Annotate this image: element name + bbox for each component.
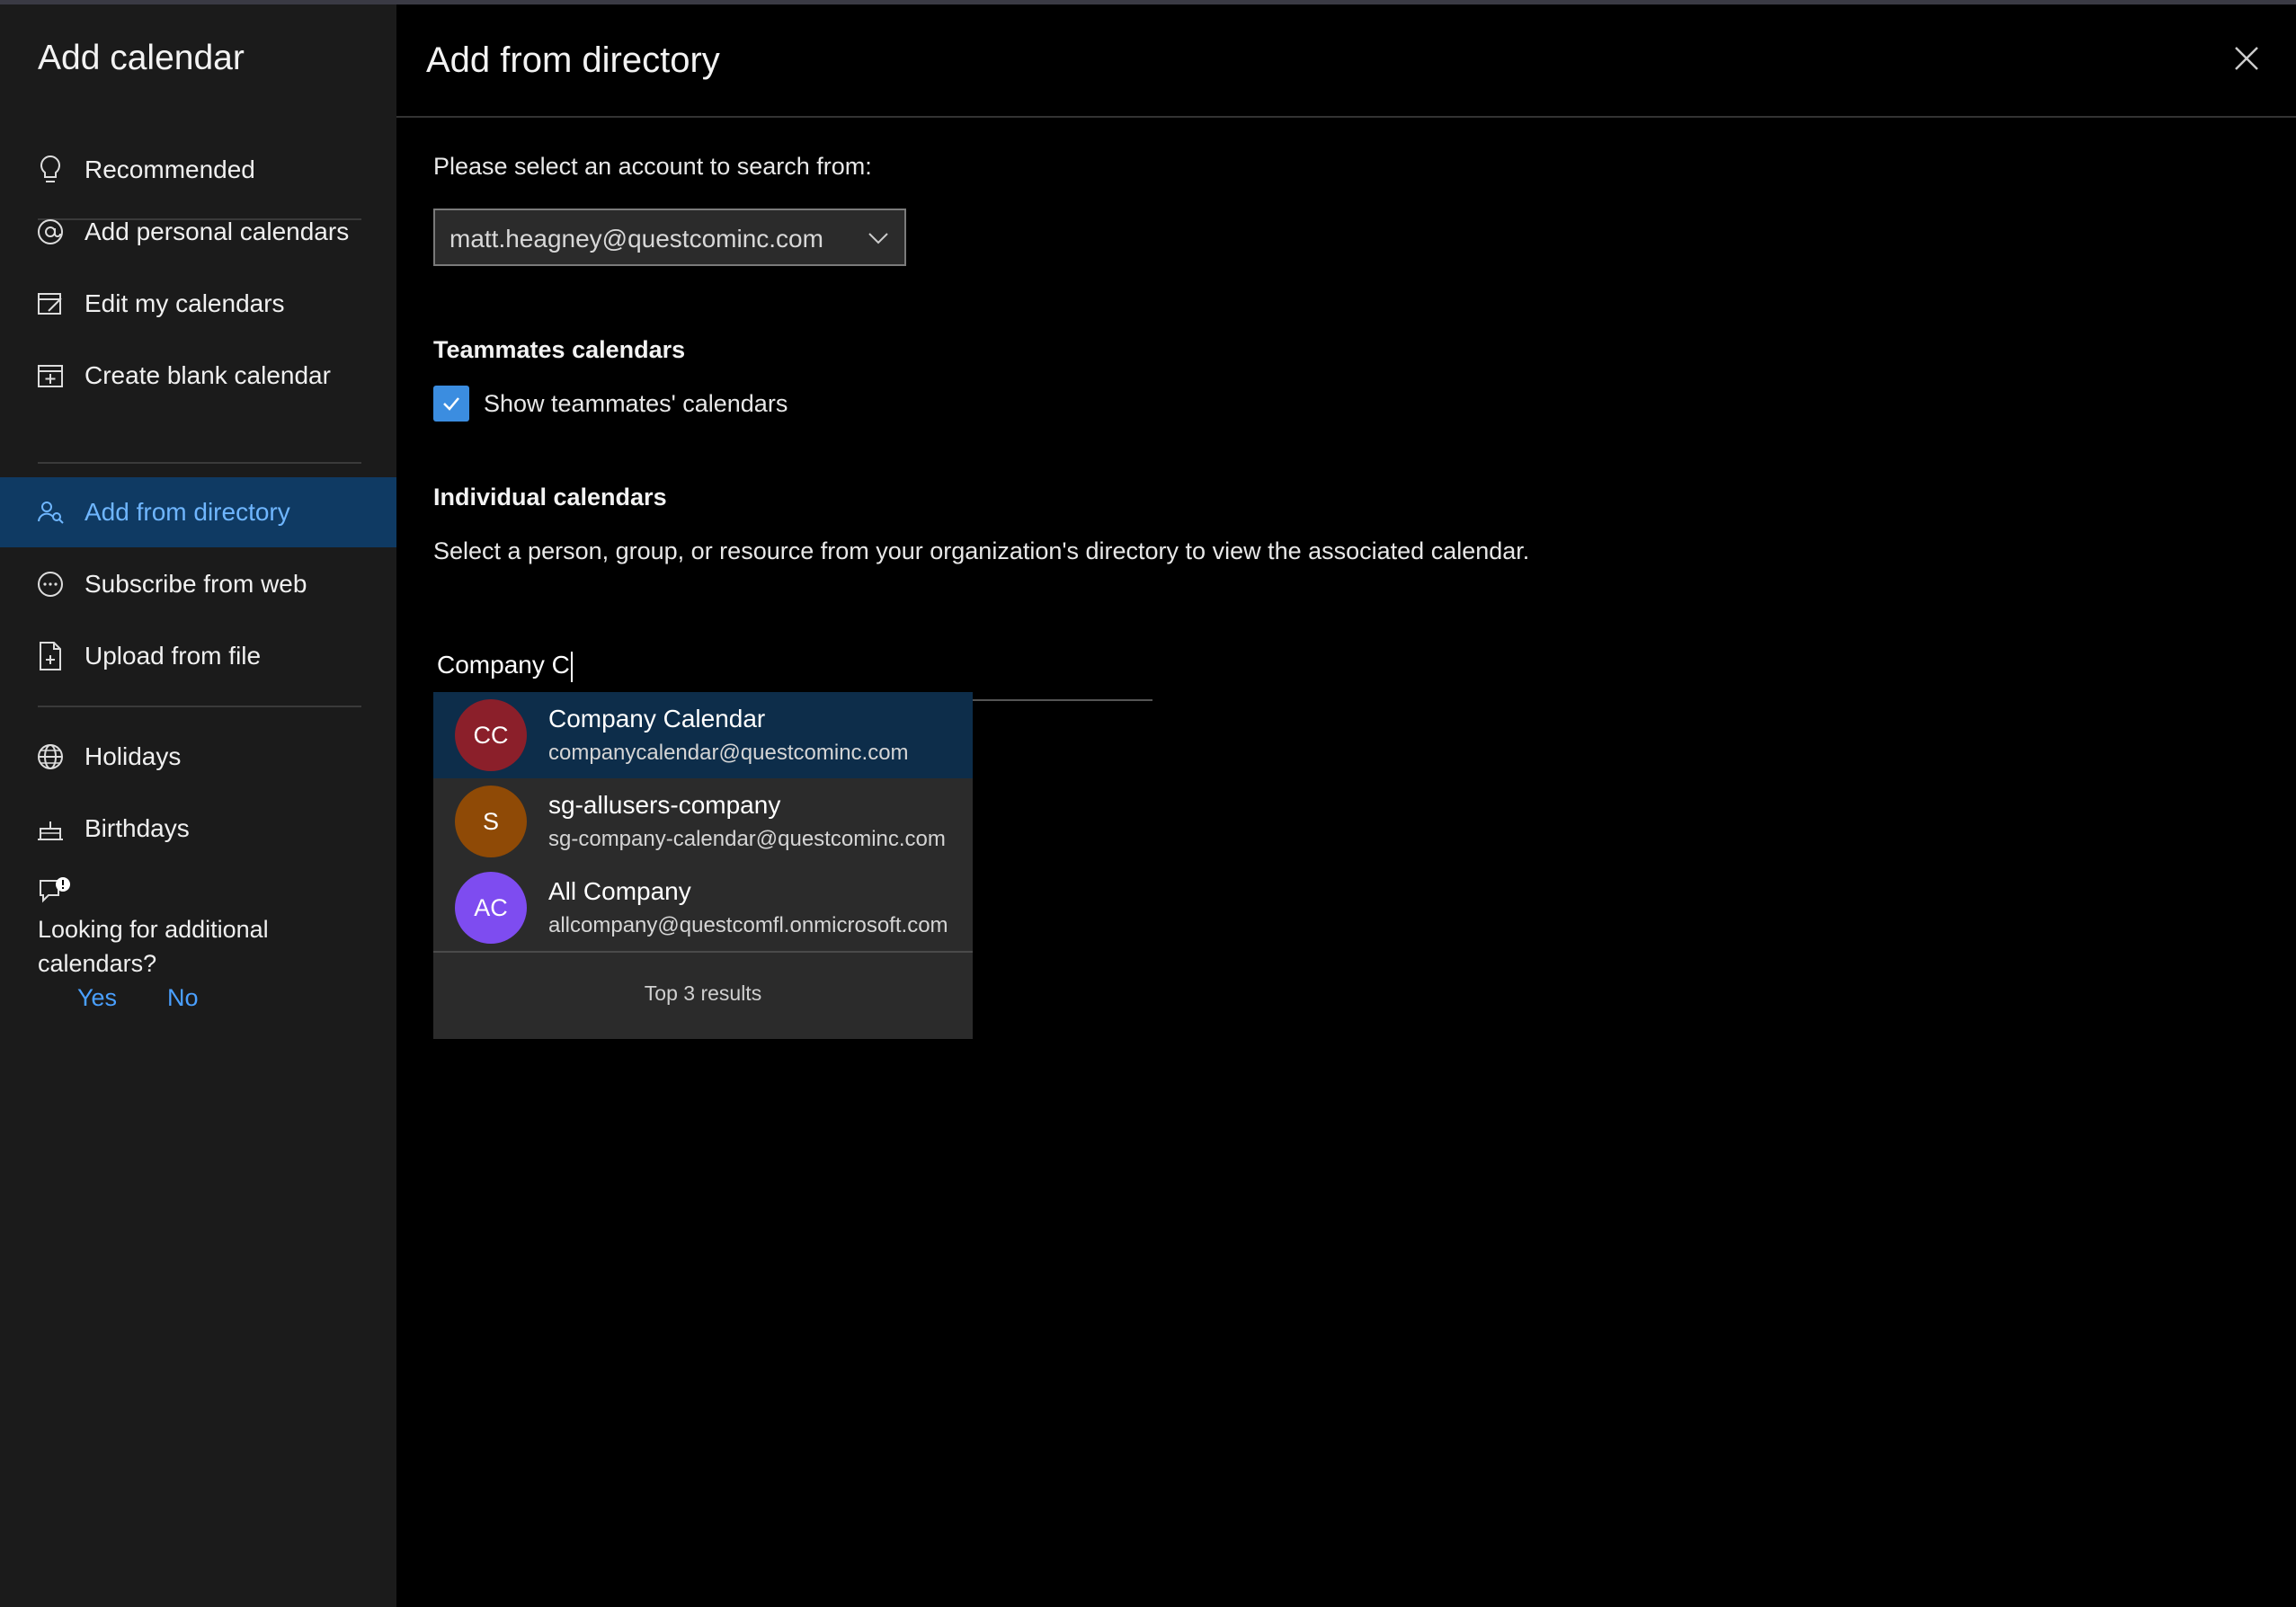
feedback-question: Looking for additional calendars? [38, 916, 269, 977]
result-email: sg-company-calendar@questcominc.com [548, 827, 946, 851]
individual-heading: Individual calendars [433, 484, 667, 511]
globe-icon [34, 741, 67, 773]
web-link-icon [34, 568, 67, 600]
sidebar-item-label: Add from directory [85, 498, 290, 526]
people-search-icon [34, 496, 67, 528]
sidebar-divider [38, 462, 361, 464]
avatar: CC [455, 699, 527, 771]
account-select[interactable]: matt.heagney@questcominc.com [433, 209, 906, 266]
cake-icon [34, 812, 67, 845]
sidebar-item-recommended[interactable]: Recommended [0, 135, 396, 205]
text-caret [570, 651, 573, 682]
page-title: Add from directory [426, 40, 720, 80]
feedback-no-link[interactable]: No [167, 984, 199, 1012]
feedback-icon [38, 876, 72, 913]
sidebar-item-add-from-directory[interactable]: Add from directory [0, 477, 396, 547]
search-result-item[interactable]: S sg-allusers-company sg-company-calenda… [433, 778, 973, 865]
sidebar-item-label: Subscribe from web [85, 570, 307, 598]
account-select-value: matt.heagney@questcominc.com [449, 225, 823, 253]
result-email: companycalendar@questcominc.com [548, 741, 909, 765]
search-input-value: Company C [437, 651, 570, 679]
sidebar-item-add-personal[interactable]: Add personal calendars [0, 197, 396, 267]
sidebar: Add calendar Recommended Add personal ca… [0, 4, 396, 1607]
chevron-down-icon [865, 225, 892, 252]
sidebar-item-label: Edit my calendars [85, 289, 285, 317]
checkmark-icon [443, 397, 459, 411]
sidebar-item-label: Birthdays [85, 814, 190, 842]
result-email: allcompany@questcomfl.onmicrosoft.com [548, 913, 948, 937]
search-result-item[interactable]: CC Company Calendar companycalendar@ques… [433, 692, 973, 778]
feedback-yes-link[interactable]: Yes [77, 984, 117, 1012]
search-result-item[interactable]: AC All Company allcompany@questcomfl.onm… [433, 865, 973, 951]
sidebar-item-birthdays[interactable]: Birthdays [0, 794, 396, 864]
avatar: AC [455, 872, 527, 944]
search-results-dropdown: CC Company Calendar companycalendar@ques… [433, 692, 973, 1039]
result-name: Company Calendar [548, 705, 766, 732]
at-sign-icon [34, 216, 67, 248]
calendar-add-icon [34, 360, 67, 392]
close-button[interactable] [2229, 40, 2265, 76]
sidebar-item-label: Recommended [85, 155, 255, 183]
sidebar-divider [38, 706, 361, 707]
sidebar-item-edit-calendars[interactable]: Edit my calendars [0, 269, 396, 339]
sidebar-item-label: Holidays [85, 742, 182, 770]
sidebar-item-create-blank[interactable]: Create blank calendar [0, 341, 396, 411]
individual-description: Select a person, group, or resource from… [433, 537, 1530, 564]
sidebar-item-subscribe-web[interactable]: Subscribe from web [0, 549, 396, 619]
lightbulb-icon [34, 154, 67, 186]
show-teammates-label[interactable]: Show teammates' calendars [484, 390, 788, 418]
result-name: sg-allusers-company [548, 791, 781, 819]
sidebar-item-label: Upload from file [85, 642, 262, 670]
dropdown-divider [433, 951, 973, 953]
account-prompt: Please select an account to search from: [433, 153, 872, 180]
edit-calendar-icon [34, 288, 67, 320]
result-name: All Company [548, 877, 691, 905]
file-upload-icon [34, 640, 67, 672]
close-icon [2235, 47, 2258, 70]
teammates-heading: Teammates calendars [433, 336, 686, 363]
sidebar-item-label: Create blank calendar [85, 361, 331, 389]
sidebar-title: Add calendar [38, 39, 245, 77]
results-count: Top 3 results [644, 981, 762, 1005]
sidebar-item-holidays[interactable]: Holidays [0, 722, 396, 792]
sidebar-item-label: Add personal calendars [85, 218, 350, 245]
sidebar-item-upload-file[interactable]: Upload from file [0, 621, 396, 691]
main-header: Add from directory [396, 4, 2296, 118]
avatar: S [455, 786, 527, 857]
show-teammates-checkbox[interactable] [433, 386, 469, 422]
